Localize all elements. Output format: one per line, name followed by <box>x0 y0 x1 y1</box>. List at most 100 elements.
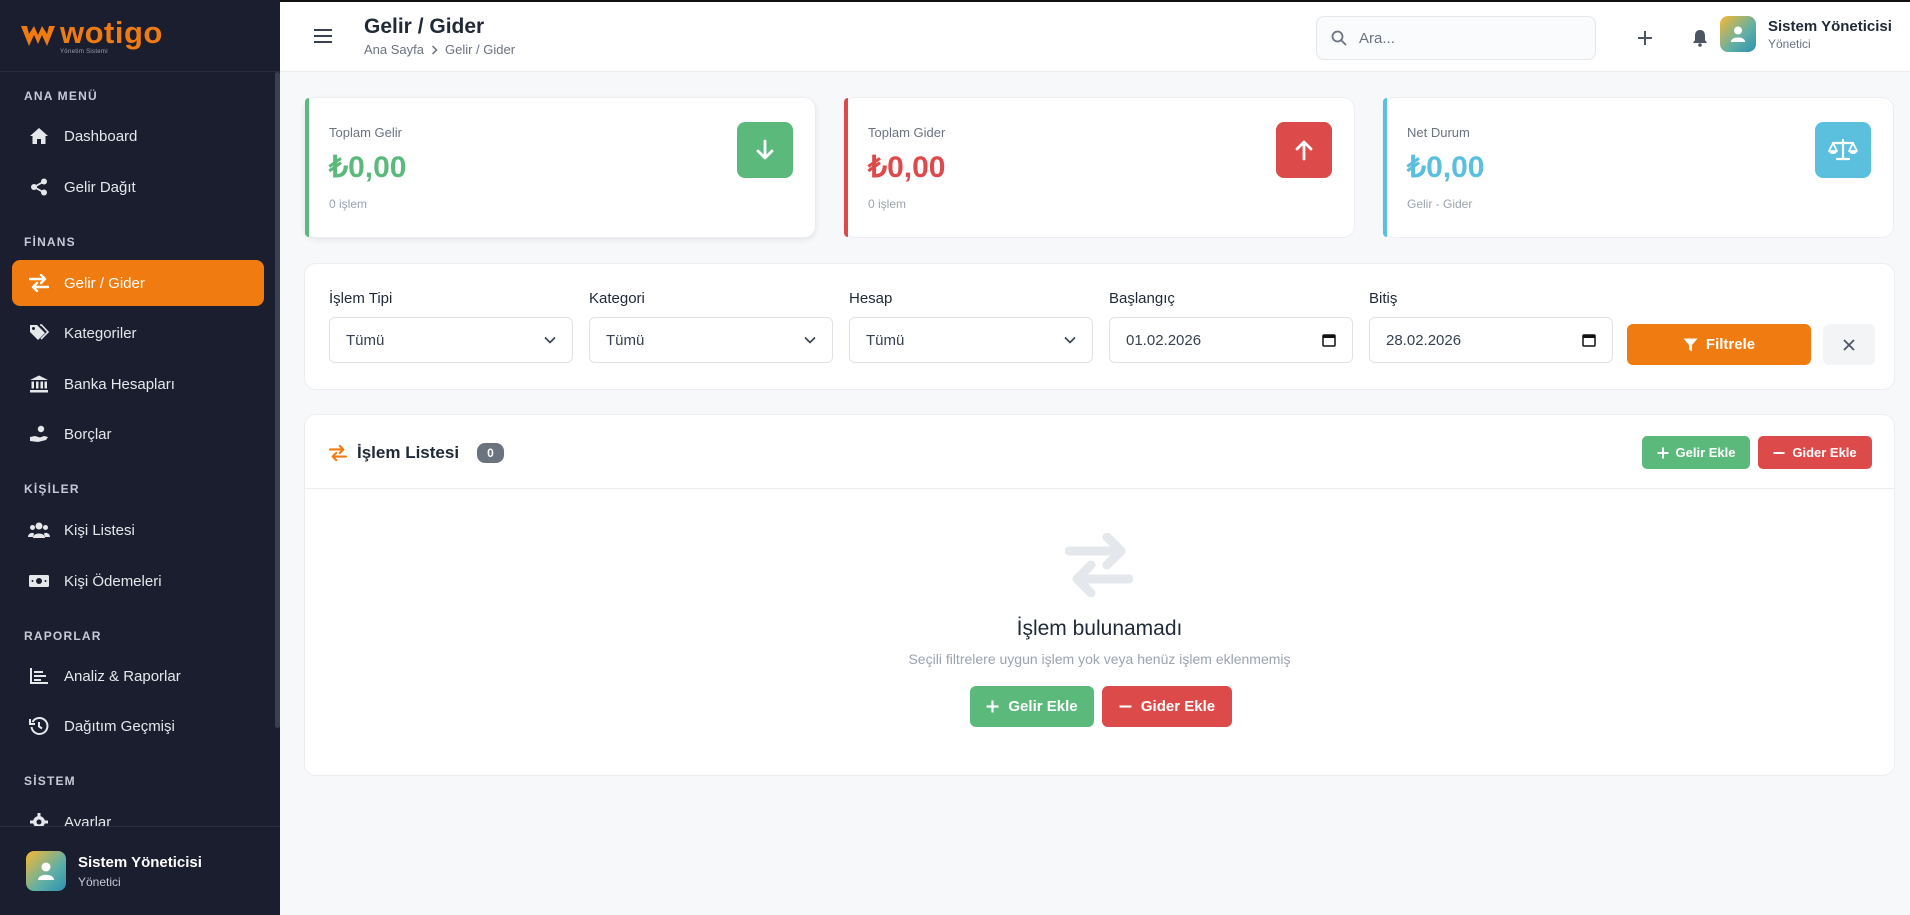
filter-panel: İşlem Tipi Tümü Kategori Tümü Hesap Tümü… <box>304 263 1895 390</box>
stat-subtext: Gelir - Gider <box>1407 197 1473 211</box>
sidebar-item-kategoriler[interactable]: Kategoriler <box>12 310 264 356</box>
sidebar-item-label: Analiz & Raporlar <box>64 667 181 685</box>
stat-subtext: 0 işlem <box>329 197 368 211</box>
section-system: SİSTEM <box>24 774 76 788</box>
sidebar-menu[interactable]: ANA MENÜ Dashboard Gelir Dağıt FİNANS Ge… <box>0 72 280 826</box>
plus-icon <box>1638 31 1652 45</box>
user-menu[interactable]: Sistem Yöneticisi Yönetici <box>1720 16 1892 52</box>
apply-filter-button[interactable]: Filtrele <box>1627 324 1811 365</box>
breadcrumb-home[interactable]: Ana Sayfa <box>364 42 424 57</box>
arrow-up-icon <box>1276 122 1332 178</box>
transaction-list-card: İşlem Listesi 0 Gelir Ekle Gider Ekle İş… <box>304 414 1895 776</box>
filter-transaction-type: İşlem Tipi Tümü <box>329 290 573 363</box>
filter-label: Hesap <box>849 290 893 307</box>
share-icon <box>28 176 50 198</box>
home-icon <box>28 125 50 147</box>
sidebar-item-gelir-dagit[interactable]: Gelir Dağıt <box>12 164 264 210</box>
empty-state-exchange-icon <box>1065 533 1133 597</box>
arrow-down-icon <box>737 122 793 178</box>
stat-card-net: Net Durum ₺0,00 Gelir - Gider <box>1382 97 1894 238</box>
empty-add-income-button[interactable]: Gelir Ekle <box>970 686 1094 727</box>
history-icon <box>28 715 50 737</box>
sidebar-item-label: Banka Hesapları <box>64 375 175 393</box>
sidebar: wotigo Yönetim Sistemi ANA MENÜ Dashboar… <box>0 0 280 915</box>
header-user-role: Yönetici <box>1768 36 1811 51</box>
minus-icon <box>1773 447 1785 459</box>
count-badge: 0 <box>477 443 504 463</box>
stat-label: Net Durum <box>1407 125 1470 140</box>
sidebar-item-analiz-raporlar[interactable]: Analiz & Raporlar <box>12 653 264 699</box>
bell-icon <box>1693 30 1707 47</box>
section-main-menu: ANA MENÜ <box>24 89 98 103</box>
notifications-button[interactable] <box>1680 18 1720 58</box>
transaction-type-select[interactable]: Tümü <box>329 317 573 363</box>
category-select[interactable]: Tümü <box>589 317 833 363</box>
chevron-down-icon <box>544 336 556 344</box>
empty-add-expense-button[interactable]: Gider Ekle <box>1102 686 1232 727</box>
sidebar-item-label: Kişi Ödemeleri <box>64 572 162 590</box>
add-expense-label: Gider Ekle <box>1792 445 1857 460</box>
filter-end-date: Bitiş 28.02.2026 <box>1369 290 1613 363</box>
header-user-name: Sistem Yöneticisi <box>1768 17 1892 35</box>
brand-logo[interactable]: wotigo Yönetim Sistemi <box>0 0 280 72</box>
sidebar-item-kisi-odemeleri[interactable]: Kişi Ödemeleri <box>12 558 264 604</box>
bank-icon <box>28 373 50 395</box>
sidebar-item-label: Gelir Dağıt <box>64 178 136 196</box>
plus-icon <box>986 700 999 713</box>
menu-toggle-icon[interactable] <box>314 28 332 44</box>
account-select[interactable]: Tümü <box>849 317 1093 363</box>
end-date-input[interactable]: 28.02.2026 <box>1369 317 1613 363</box>
plus-icon <box>1657 447 1669 459</box>
chevron-right-icon <box>431 44 438 55</box>
sidebar-item-banka-hesaplari[interactable]: Banka Hesapları <box>12 361 264 407</box>
add-income-label: Gelir Ekle <box>1675 445 1736 460</box>
sidebar-item-kisi-listesi[interactable]: Kişi Listesi <box>12 507 264 553</box>
sidebar-scrollbar[interactable] <box>275 72 280 728</box>
sidebar-user-name: Sistem Yöneticisi <box>78 853 202 871</box>
filter-icon <box>1683 338 1698 352</box>
start-date-input[interactable]: 01.02.2026 <box>1109 317 1353 363</box>
exchange-icon <box>28 272 50 294</box>
list-title: İşlem Listesi 0 <box>329 443 504 463</box>
search-box[interactable] <box>1316 16 1596 60</box>
sidebar-item-ayarlar[interactable]: Ayarlar <box>12 799 264 826</box>
add-expense-button[interactable]: Gider Ekle <box>1758 436 1872 469</box>
sidebar-item-label: Borçlar <box>64 425 112 443</box>
select-value: Tümü <box>346 331 385 349</box>
search-input[interactable] <box>1359 29 1579 47</box>
clear-filter-button[interactable] <box>1823 324 1875 365</box>
empty-state-subtitle: Seçili filtrelere uygun işlem yok veya h… <box>908 651 1291 667</box>
scale-icon <box>1815 122 1871 178</box>
stat-value: ₺0,00 <box>1407 151 1485 184</box>
sidebar-item-gelir-gider[interactable]: Gelir / Gider <box>12 260 264 306</box>
breadcrumb: Ana Sayfa Gelir / Gider <box>364 42 515 57</box>
sidebar-item-dashboard[interactable]: Dashboard <box>12 113 264 159</box>
exchange-icon <box>329 445 347 461</box>
section-people: KİŞİLER <box>24 482 80 496</box>
sidebar-item-borclar[interactable]: Borçlar <box>12 411 264 457</box>
logo-mark-icon <box>21 25 55 46</box>
stat-label: Toplam Gelir <box>329 125 402 140</box>
stat-subtext: 0 işlem <box>868 197 907 211</box>
section-finance: FİNANS <box>24 235 76 249</box>
filter-label: İşlem Tipi <box>329 290 393 307</box>
gear-icon <box>28 811 50 826</box>
sidebar-item-label: Dashboard <box>64 127 138 145</box>
empty-state-title: İşlem bulunamadı <box>1016 617 1183 640</box>
select-value: Tümü <box>866 331 905 349</box>
add-income-button[interactable]: Gelir Ekle <box>1642 436 1750 469</box>
stat-card-income: Toplam Gelir ₺0,00 0 işlem <box>304 97 816 238</box>
hand-coins-icon <box>28 423 50 445</box>
filter-label: Başlangıç <box>1109 290 1175 307</box>
sidebar-item-dagitim-gecmisi[interactable]: Dağıtım Geçmişi <box>12 703 264 749</box>
section-reports: RAPORLAR <box>24 629 102 643</box>
user-icon <box>1730 26 1746 42</box>
sidebar-user-card[interactable]: Sistem Yöneticisi Yönetici <box>0 826 280 915</box>
add-button[interactable] <box>1625 18 1665 58</box>
close-icon <box>1843 338 1855 351</box>
sidebar-item-label: Kategoriler <box>64 324 137 342</box>
avatar <box>26 851 66 891</box>
calendar-icon[interactable] <box>1582 333 1596 347</box>
calendar-icon[interactable] <box>1322 333 1336 347</box>
stat-accent <box>1383 98 1387 237</box>
